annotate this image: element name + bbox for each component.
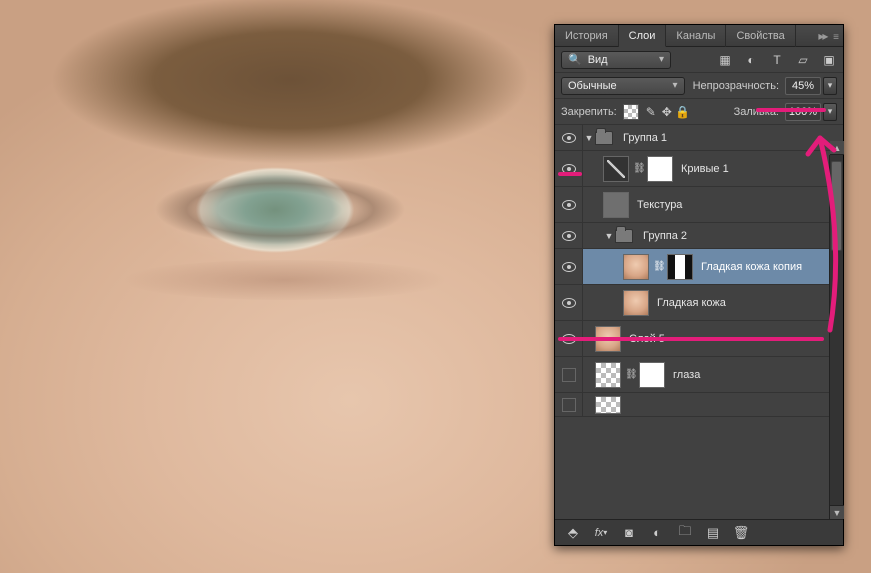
filter-pixel-icon[interactable]: ▦ [717,52,733,68]
layer-name: Кривые 1 [681,163,837,175]
layer-curves1[interactable]: ⛓ Кривые 1 [555,151,843,187]
layer-thumb [595,396,621,414]
visibility-off-icon[interactable] [562,368,576,382]
adjustment-thumb [603,156,629,182]
link-icon[interactable]: ⛓ [653,261,663,272]
layer-name: Группа 2 [643,230,837,242]
layer-name: Гладкая кожа [657,297,837,309]
add-mask-icon[interactable]: ◙ [621,525,637,541]
layers-panel: История Слои Каналы Свойства ▸▸ ≡ 🔍 Вид … [554,24,844,546]
visibility-icon[interactable] [562,262,576,272]
layer-filter-row: 🔍 Вид ▾ ▦ ◐ T ▱ ▣ [555,47,843,73]
link-layers-icon[interactable]: ⬘ [565,525,581,541]
folder-icon [615,229,633,243]
link-icon[interactable]: ⛓ [633,163,643,174]
tab-properties[interactable]: Свойства [726,25,795,47]
layer-texture[interactable]: Текстура [555,187,843,223]
disclose-icon[interactable]: ▼ [583,133,595,143]
scroll-down-icon[interactable]: ▼ [830,505,843,519]
visibility-icon[interactable] [562,231,576,241]
panel-menu-button[interactable]: ▸▸ ≡ [806,29,843,43]
layer-thumb [595,326,621,352]
layer-thumb [623,290,649,316]
scroll-thumb[interactable] [831,161,842,251]
mask-thumb[interactable] [667,254,693,280]
visibility-off-icon[interactable] [562,398,576,412]
new-layer-icon[interactable]: ▤ [705,525,721,541]
filter-shape-icon[interactable]: ▱ [795,52,811,68]
link-icon[interactable]: ⛓ [625,369,635,380]
layer-thumb [595,362,621,388]
filter-smart-icon[interactable]: ▣ [821,52,837,68]
lock-brush-icon[interactable]: ✎ [643,104,659,120]
fill-label: Заливка: [734,106,779,118]
blend-mode-value: Обычные [568,80,617,92]
layers-list: ▼ Группа 1 ⛓ Кривые 1 Текстура ▼ Группа … [555,125,843,519]
layer-group2[interactable]: ▼ Группа 2 [555,223,843,249]
blend-mode-select[interactable]: Обычные ▾ [561,77,685,95]
layer-smooth-copy[interactable]: ⛓ Гладкая кожа копия [555,249,843,285]
layer-partial[interactable] [555,393,843,417]
layer-5[interactable]: Слой 5 [555,321,843,357]
lock-label: Закрепить: [561,106,617,118]
lock-move-icon[interactable]: ✥ [659,104,675,120]
filter-adjust-icon[interactable]: ◐ [743,52,759,68]
layer-smooth[interactable]: Гладкая кожа [555,285,843,321]
lock-all-icon[interactable]: 🔒 [675,104,691,120]
layers-bottom-bar: ⬘ fx▾ ◙ ◐ 🗀 ▤ 🗑 [555,519,843,545]
lock-transparency-icon[interactable] [623,104,639,120]
fill-input[interactable]: 100% [785,103,821,121]
tab-channels[interactable]: Каналы [666,25,726,47]
delete-layer-icon[interactable]: 🗑 [733,525,749,541]
filter-type-icon[interactable]: T [769,52,785,68]
new-adjustment-icon[interactable]: ◐ [649,525,665,541]
layer-name: Гладкая кожа копия [701,261,837,273]
disclose-icon[interactable]: ▼ [603,231,615,241]
layer-thumb [623,254,649,280]
tab-layers[interactable]: Слои [619,25,667,47]
layer-name: Группа 1 [623,132,837,144]
opacity-input[interactable]: 45% [785,77,821,95]
layer-filter-label: Вид [588,54,608,66]
visibility-icon[interactable] [562,334,576,344]
visibility-icon[interactable] [562,164,576,174]
scroll-up-icon[interactable]: ▲ [830,141,843,155]
new-group-icon[interactable]: 🗀 [677,525,693,541]
panel-tabs: История Слои Каналы Свойства ▸▸ ≡ [555,25,843,47]
tab-history[interactable]: История [555,25,619,47]
visibility-icon[interactable] [562,298,576,308]
layer-name: глаза [673,369,837,381]
layer-name: Слой 5 [629,333,837,345]
fill-dropdown-button[interactable]: ▾ [823,103,837,121]
layer-eyes[interactable]: ⛓ глаза [555,357,843,393]
layers-scrollbar[interactable]: ▲ ▼ [829,155,843,519]
layer-thumb [603,192,629,218]
mask-thumb[interactable] [639,362,665,388]
blend-row: Обычные ▾ Непрозрачность: 45% ▾ [555,73,843,99]
opacity-label: Непрозрачность: [693,80,779,92]
layer-filter-select[interactable]: 🔍 Вид ▾ [561,51,671,69]
lock-row: Закрепить: ✎ ✥ 🔒 Заливка: 100% ▾ [555,99,843,125]
visibility-icon[interactable] [562,133,576,143]
opacity-dropdown-button[interactable]: ▾ [823,77,837,95]
layer-group1[interactable]: ▼ Группа 1 [555,125,843,151]
folder-icon [595,131,613,145]
visibility-icon[interactable] [562,200,576,210]
mask-thumb[interactable] [647,156,673,182]
fx-button[interactable]: fx▾ [593,525,609,541]
layer-name: Текстура [637,199,837,211]
